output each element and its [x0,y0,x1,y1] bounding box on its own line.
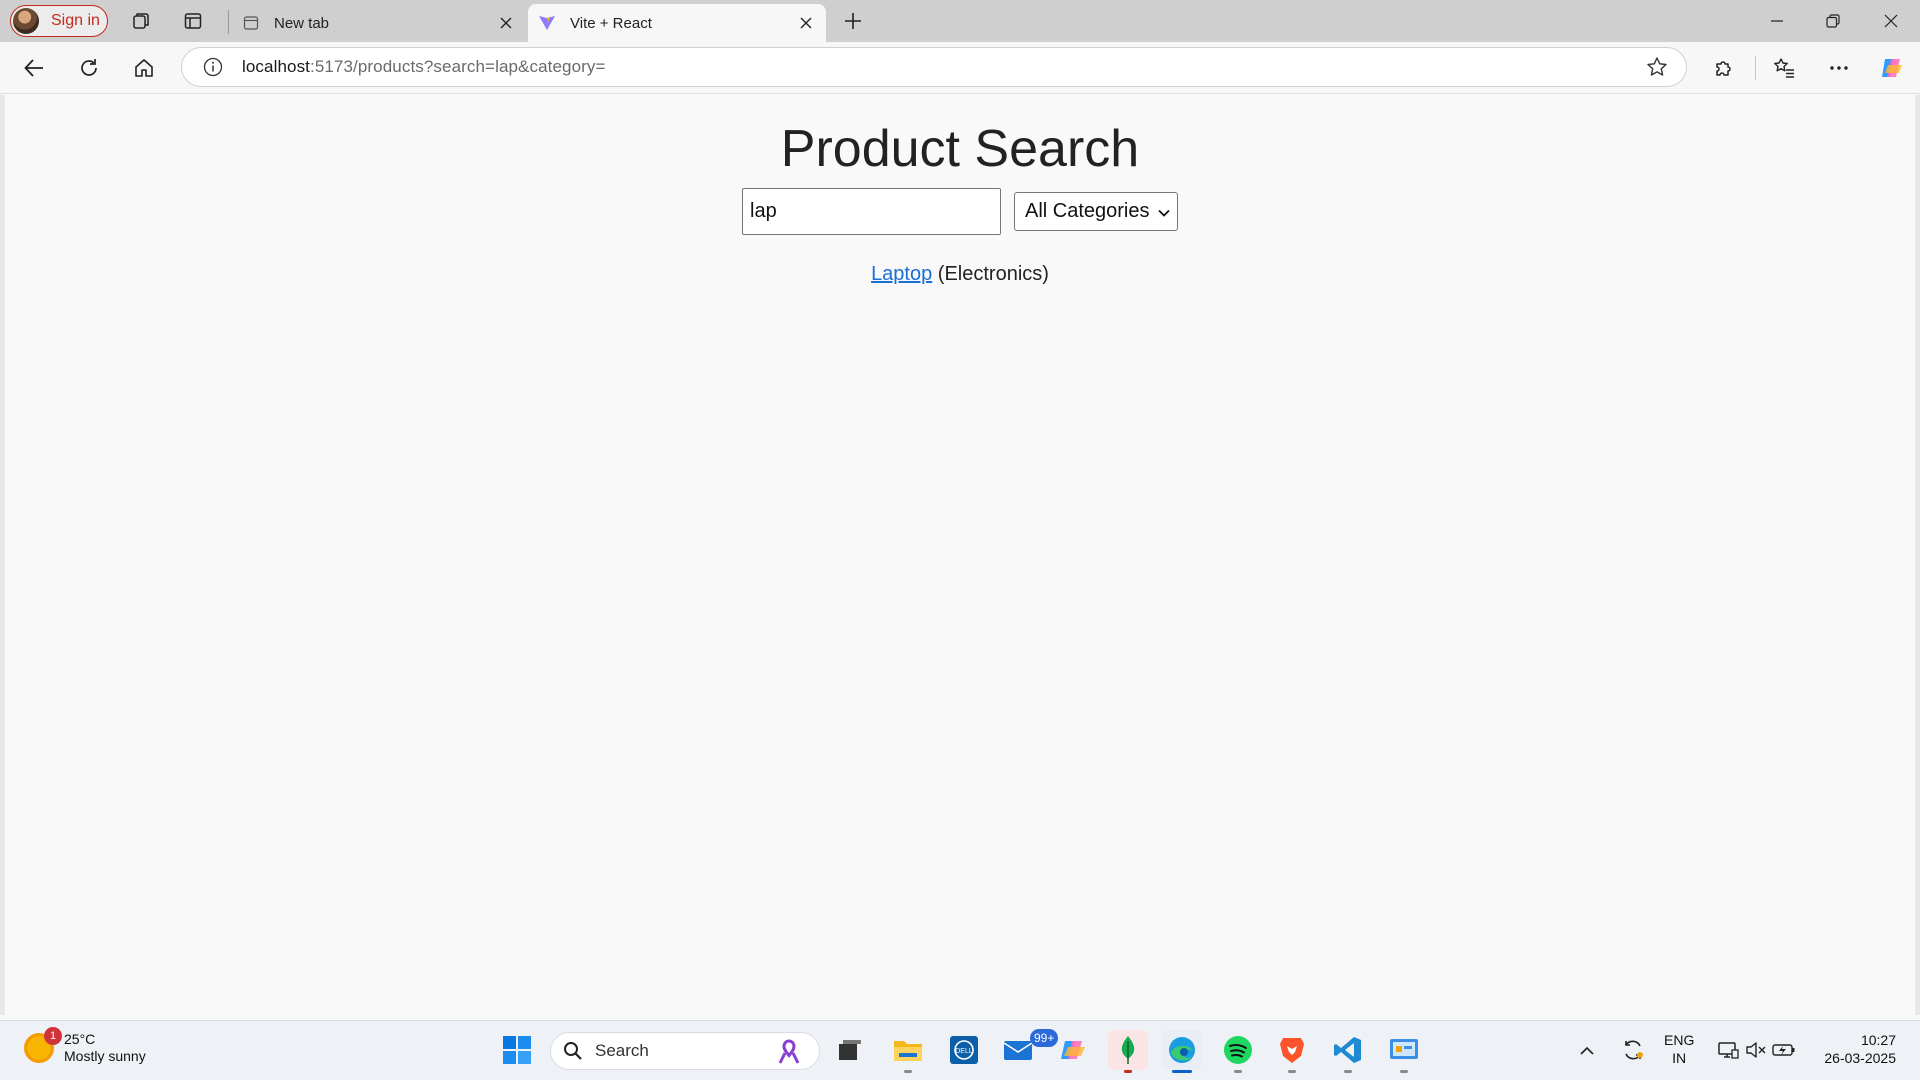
clock-date: 26-03-2025 [1824,1050,1896,1066]
dell-app-icon[interactable]: DELL [944,1030,984,1070]
volume-muted-icon[interactable] [1742,1030,1770,1070]
favorite-star-icon[interactable] [1646,56,1668,83]
product-link-laptop[interactable]: Laptop [871,263,932,285]
product-category: (Electronics) [937,263,1049,285]
home-icon[interactable] [128,52,160,84]
running-indicator [1400,1070,1408,1073]
svg-text:DELL: DELL [955,1048,973,1055]
product-search-input[interactable] [742,188,1001,235]
copilot-icon[interactable] [1876,52,1908,84]
signin-label: Sign in [51,12,100,29]
weather-temp: 25°C [64,1031,96,1047]
weather-condition: Mostly sunny [64,1048,146,1064]
running-indicator [1288,1070,1296,1073]
refresh-icon[interactable] [73,52,105,84]
browser-toolbar: localhost:5173/products?search=lap&categ… [0,42,1920,94]
extensions-puzzle-icon[interactable] [1708,52,1740,84]
url-text: localhost:5173/products?search=lap&categ… [242,57,606,77]
control-panel-icon[interactable] [1384,1030,1424,1073]
chevron-down-icon [1158,200,1170,223]
file-explorer-icon[interactable] [888,1030,928,1073]
copilot-app-icon[interactable] [1054,1030,1094,1070]
language-code: ENG [1664,1032,1695,1048]
result-list-item: Laptop (Electronics) [5,263,1915,286]
site-info-icon[interactable] [202,56,224,78]
restore-icon[interactable] [1804,0,1862,42]
spotify-icon[interactable] [1218,1030,1258,1073]
new-tab-plus-icon[interactable] [838,6,868,36]
mongodb-compass-icon[interactable] [1108,1030,1148,1073]
category-select[interactable]: All Categories [1014,192,1178,231]
avatar [13,8,39,34]
awareness-ribbon-icon [777,1039,801,1070]
region-code: IN [1672,1050,1687,1066]
window-edge-right [1915,95,1920,1015]
clock-time: 10:27 [1860,1032,1896,1048]
toolbar-divider [1755,56,1756,80]
close-tab-icon[interactable] [494,11,518,35]
task-view-icon[interactable] [830,1030,870,1070]
weather-badge: 1 [44,1027,62,1045]
running-indicator [1344,1070,1352,1073]
chevron-up-icon[interactable] [1572,1030,1602,1070]
new-tab-page-icon [242,14,260,32]
search-icon [563,1041,583,1061]
profile-signin-button[interactable]: Sign in [10,5,108,37]
active-indicator [1172,1070,1192,1073]
tab-strip: Sign in New tab Vite + React [0,0,1920,42]
clock[interactable]: 10:27 26-03-2025 [1818,1031,1896,1067]
weather-widget[interactable]: 1 25°C Mostly sunny [24,1027,146,1065]
tab-vite-react[interactable]: Vite + React [528,4,826,42]
url-path: :5173/products?search=lap&category= [310,57,606,76]
vertical-tabs-icon[interactable] [178,6,208,36]
battery-charging-icon[interactable] [1770,1030,1798,1070]
page-content: Product Search All Categories Laptop (El… [5,95,1915,1015]
vscode-icon[interactable] [1328,1030,1368,1073]
brave-browser-icon[interactable] [1272,1030,1312,1073]
address-bar[interactable]: localhost:5173/products?search=lap&categ… [181,47,1687,87]
close-tab-icon[interactable] [794,11,818,35]
tab-title: New tab [274,14,330,32]
close-window-icon[interactable] [1862,0,1920,42]
tab-new-tab[interactable]: New tab [232,4,526,42]
running-indicator [1234,1070,1242,1073]
language-indicator[interactable]: ENG IN [1664,1031,1694,1067]
search-controls: All Categories [5,188,1915,235]
page-title: Product Search [780,120,1140,178]
running-indicator [1124,1070,1132,1073]
edge-browser-icon[interactable] [1162,1030,1202,1073]
more-options-icon[interactable] [1823,52,1855,84]
category-select-value: All Categories [1025,200,1150,222]
vite-logo-icon [538,14,556,32]
tab-separator [228,10,229,34]
windows-taskbar: 1 25°C Mostly sunny Search DELL 99+ ENG … [0,1020,1920,1080]
taskbar-search-box[interactable]: Search [550,1032,820,1070]
tab-title: Vite + React [570,14,652,32]
minimize-icon[interactable] [1748,0,1806,42]
favorites-list-icon[interactable] [1768,52,1800,84]
url-host: localhost [242,57,310,76]
sync-icon[interactable] [1616,1030,1650,1070]
weather-sun-icon: 1 [24,1027,62,1063]
taskbar-search-placeholder: Search [595,1041,649,1060]
workspaces-icon[interactable] [126,6,156,36]
windows-start-icon[interactable] [497,1030,537,1070]
running-indicator [904,1070,912,1073]
back-arrow-icon[interactable] [18,52,50,84]
network-icon[interactable] [1714,1030,1742,1070]
